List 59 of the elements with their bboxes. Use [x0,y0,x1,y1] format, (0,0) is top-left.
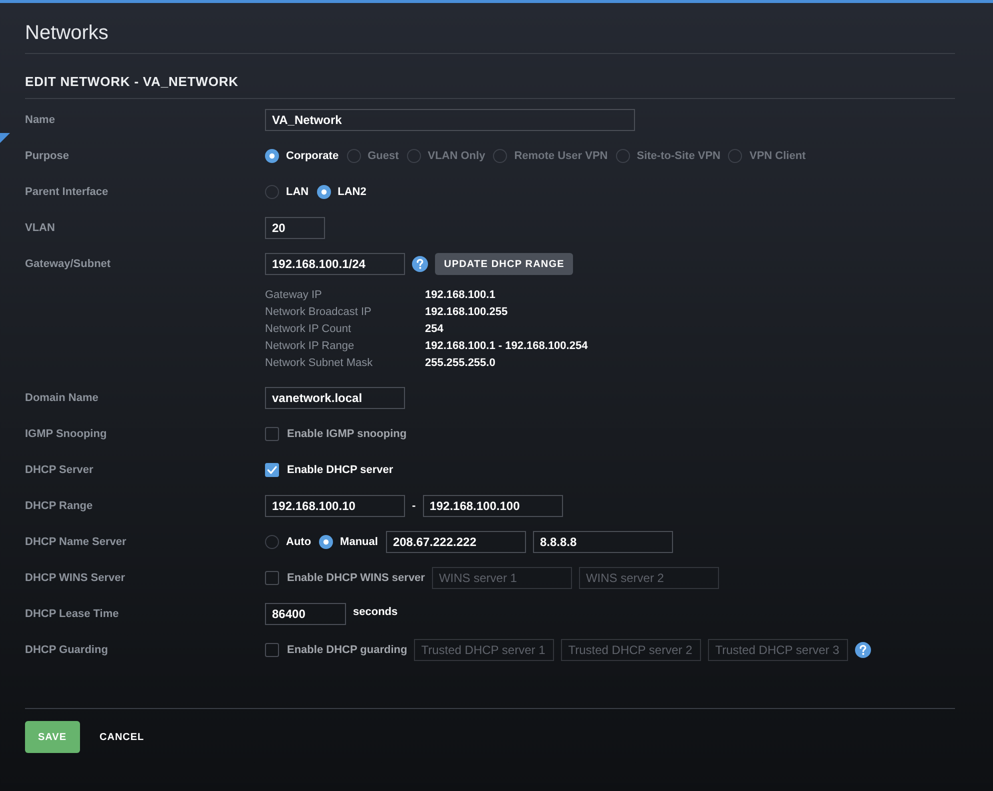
unit-label: seconds [353,606,398,618]
field-label: Name [25,113,56,128]
update-button[interactable]: UPDATE DHCP RANGE [435,253,574,275]
pointer-marker-icon [0,133,10,143]
detail-value: 192.168.100.1 - 192.168.100.254 [425,339,588,354]
detail-label: Network Broadcast IP [265,305,372,320]
radio-button[interactable] [265,149,279,163]
input-field[interactable]: 192.168.100.100 [422,495,563,517]
field-label: IGMP Snooping [25,427,108,442]
input-field[interactable]: 192.168.100.10 [265,495,405,517]
detail-value: 255.255.255.0 [425,356,496,371]
field-label: DHCP Lease Time [25,607,120,622]
field-label: DHCP Server [25,463,94,478]
input-field[interactable]: 20 [265,217,325,239]
checkbox[interactable] [265,427,279,441]
help-icon[interactable] [855,642,872,658]
detail-value: 192.168.100.1 [425,288,496,303]
field-label: Parent Interface [25,185,110,200]
radio-button[interactable] [265,185,279,199]
field-label: DHCP Range [25,499,94,514]
input-field[interactable]: 208.67.222.222 [386,531,526,553]
field-label: DHCP Name Server [25,535,128,550]
field-label: Purpose [25,149,70,164]
radio-label[interactable]: Manual [340,536,378,548]
detail-value: 254 [425,322,444,337]
checkbox-label[interactable]: Enable DHCP WINS server [287,572,425,584]
input-field[interactable]: 8.8.8.8 [532,531,673,553]
detail-label: Gateway IP [265,288,323,303]
checkbox-label[interactable]: Enable DHCP guarding [287,644,408,656]
detail-label: Network IP Range [265,339,356,354]
page-title: Networks [25,21,108,46]
detail-label: Network IP Count [265,322,352,337]
input-field[interactable]: 86400 [265,603,346,625]
radio-label[interactable]: LAN2 [338,186,366,198]
radio-label[interactable]: Corporate [286,150,339,162]
cancel-button[interactable]: CANCEL [100,721,144,753]
radio-label[interactable]: Auto [286,536,312,548]
detail-value: 192.168.100.255 [425,305,509,320]
section-title: EDIT NETWORK - VA_NETWORK [25,74,238,90]
radio-button[interactable] [265,535,279,549]
checkbox[interactable] [265,643,279,657]
help-icon[interactable] [412,256,428,272]
checkbox-label[interactable]: Enable DHCP server [287,464,394,476]
checkbox[interactable] [265,463,279,477]
checkbox-label[interactable]: Enable IGMP snooping [287,428,407,440]
range-separator: - [412,500,416,512]
field-label: Gateway/Subnet [25,257,112,272]
radio-button[interactable] [316,185,331,199]
detail-label: Network Subnet Mask [265,356,374,371]
input-field[interactable]: 192.168.100.1/24 [265,253,405,275]
input-field[interactable]: vanetwork.local [265,387,405,409]
field-label: DHCP Guarding [25,643,109,658]
radio-label[interactable]: LAN [286,186,309,198]
input-field[interactable]: VA_Network [265,109,635,131]
checkbox[interactable] [265,571,279,585]
field-label: Domain Name [25,391,100,406]
field-label: DHCP WINS Server [25,571,126,586]
radio-button[interactable] [319,535,334,549]
field-label: VLAN [25,221,56,236]
